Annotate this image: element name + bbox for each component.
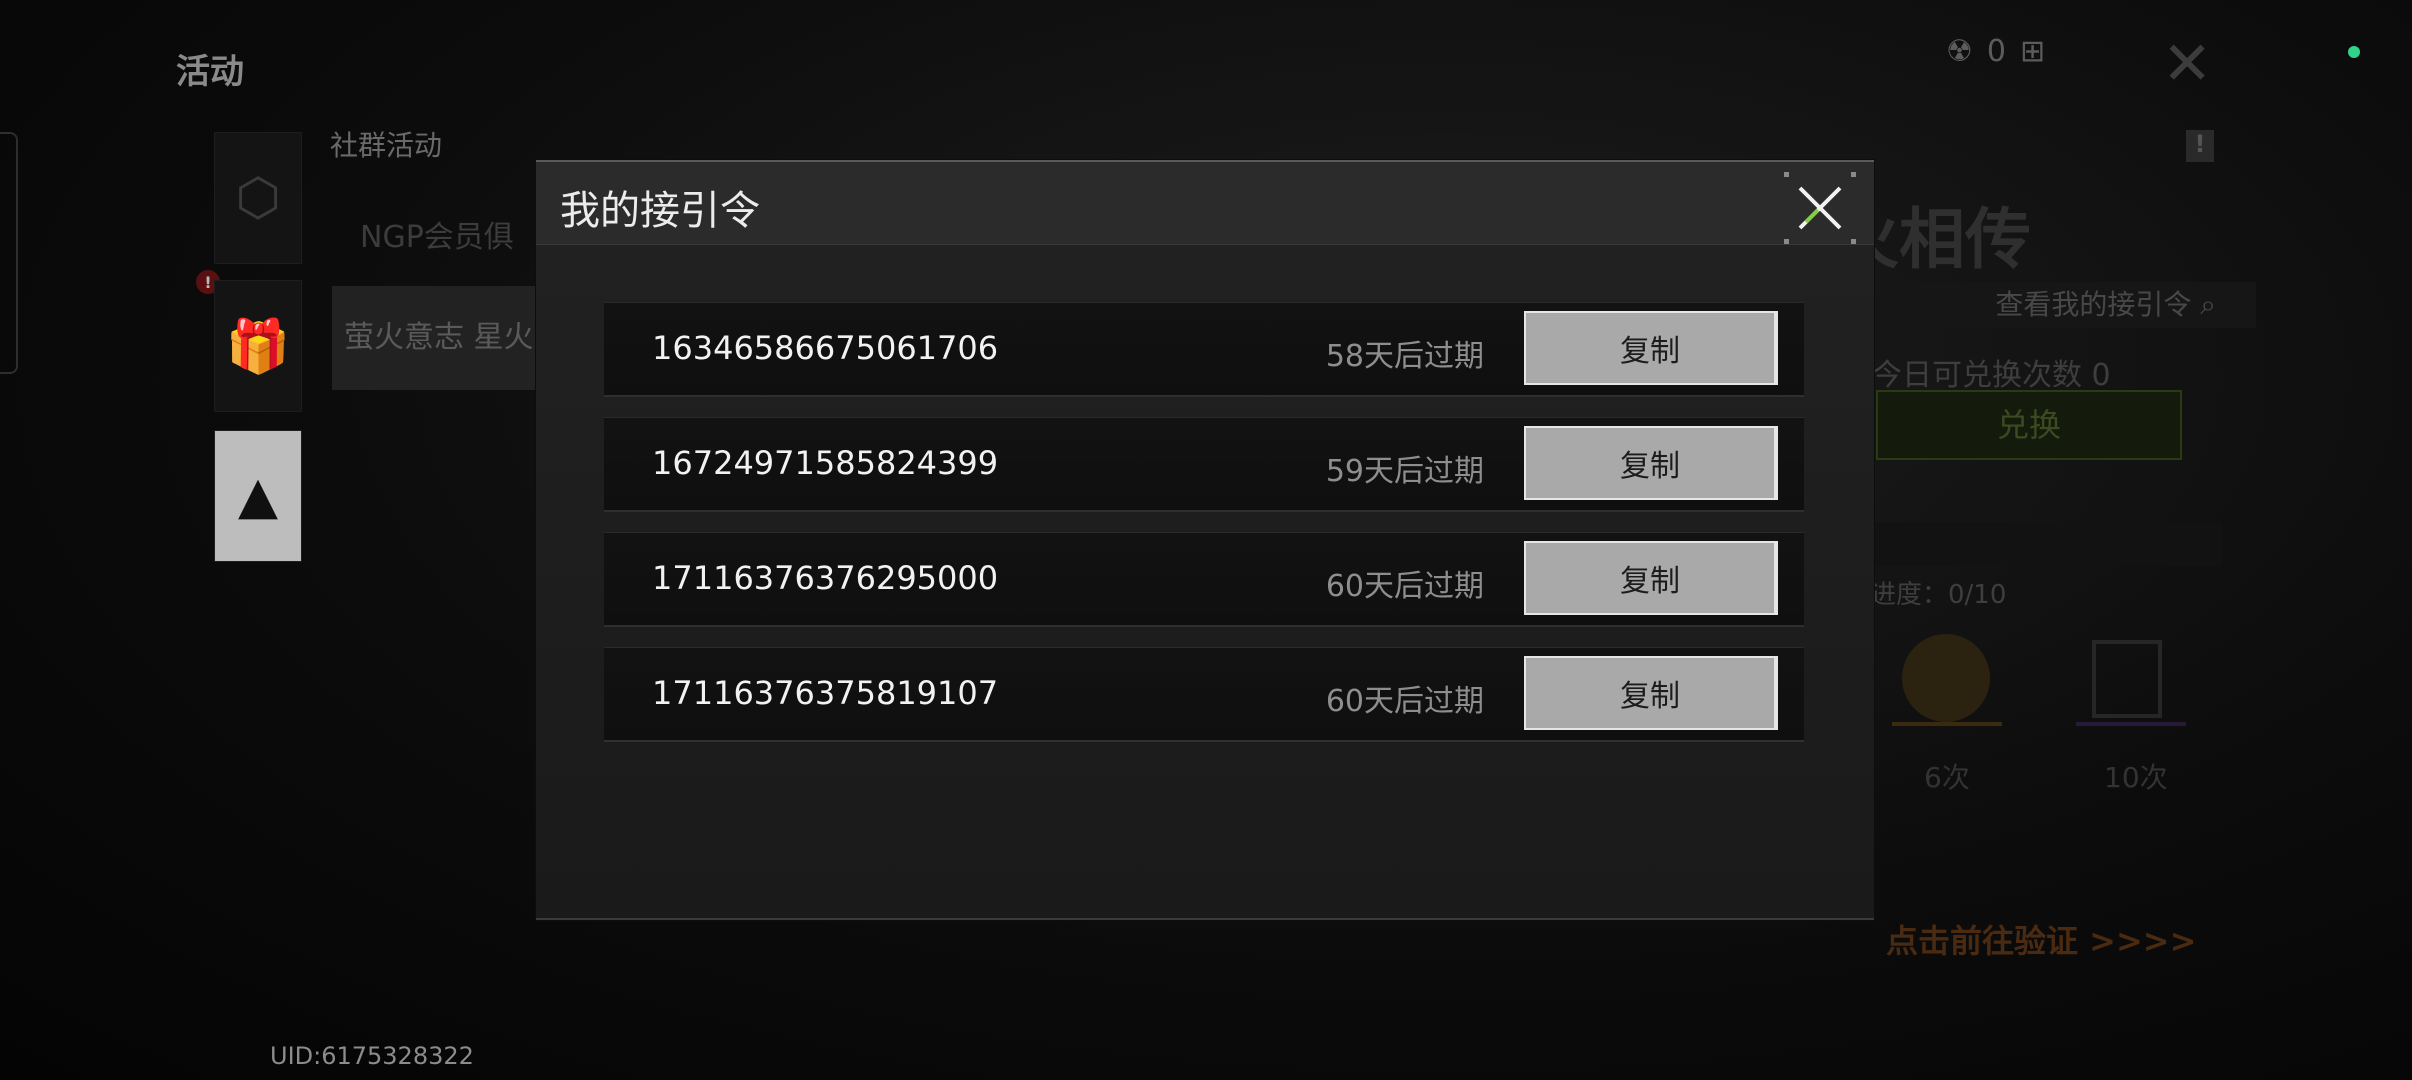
dialog-title: 我的接引令: [560, 188, 760, 234]
dialog-close-button[interactable]: [1784, 172, 1856, 244]
uid-label: UID:6175328322: [270, 1042, 474, 1070]
reward-frame-icon[interactable]: [2092, 640, 2162, 718]
copy-button[interactable]: 复制: [1524, 311, 1778, 385]
today-redeem-count: 0: [2091, 358, 2111, 393]
screen: 活动 ⬡ ! 🎁 ▲ 社群活动 NGP会员俱 萤火意志 星火 ☢ 0 ⊞ ✕ !…: [0, 0, 2412, 1080]
radiation-icon: ☢: [1946, 34, 1973, 69]
check-my-codes-label: 查看我的接引令: [1995, 288, 2192, 321]
code-expiry: 58天后过期: [1325, 339, 1484, 374]
reward-underline: [2076, 722, 2186, 726]
code-list: 16346586675061706 58天后过期 复制 167249715858…: [604, 302, 1804, 762]
code-value: 16346586675061706: [652, 329, 999, 367]
reward-label: 6次: [1924, 761, 1970, 794]
currency-count: 0: [1986, 34, 2006, 69]
currency-display: ☢ 0 ⊞: [1946, 34, 2045, 69]
page-close-icon[interactable]: ✕: [2162, 34, 2212, 94]
progress-text: 进度：0/10: [1870, 580, 2007, 610]
code-row: 17116376376295000 60天后过期 复制: [604, 532, 1804, 627]
today-redeem-label: 今日可兑换次数: [1872, 358, 2082, 393]
code-expiry: 60天后过期: [1325, 684, 1484, 719]
add-currency-icon[interactable]: ⊞: [2020, 34, 2045, 69]
copy-button[interactable]: 复制: [1524, 426, 1778, 500]
section-title: 社群活动: [330, 129, 443, 162]
today-redeem-text: 今日可兑换次数 0: [1872, 350, 2111, 394]
activity-list-item[interactable]: NGP会员俱: [360, 212, 514, 256]
triangle-logo-icon: ▲: [238, 466, 278, 526]
code-row: 16346586675061706 58天后过期 复制: [604, 302, 1804, 397]
reward-label: 10次: [2104, 761, 2168, 794]
verify-link[interactable]: 点击前往验证 >>>>: [1886, 916, 2196, 962]
my-codes-dialog: 我的接引令 16346586675061706 58天后过期 复制 167249…: [536, 160, 1874, 920]
gift-icon: 🎁: [225, 316, 291, 377]
copy-button[interactable]: 复制: [1524, 656, 1778, 730]
close-icon: [1798, 186, 1842, 230]
progress-header-bar: [1872, 522, 2222, 566]
dialog-header: 我的接引令: [536, 162, 1874, 245]
redeem-button[interactable]: 兑换: [1876, 390, 2182, 460]
reward-underline: [1892, 722, 2002, 726]
sidebar-item-community[interactable]: ⬡: [214, 132, 302, 264]
code-expiry: 59天后过期: [1325, 454, 1484, 489]
check-my-codes-button[interactable]: 查看我的接引令 ⌕: [1876, 282, 2256, 328]
sidebar-item-gift[interactable]: 🎁: [214, 280, 302, 412]
code-value: 17116376375819107: [652, 674, 999, 712]
info-icon[interactable]: !: [2186, 130, 2214, 162]
shield-icon: ⬡: [235, 168, 281, 228]
reward-coin-icon[interactable]: [1902, 634, 1990, 722]
left-edge-handle: [0, 132, 18, 374]
status-indicator-dot: [2348, 46, 2360, 58]
code-row: 17116376375819107 60天后过期 复制: [604, 647, 1804, 742]
code-value: 16724971585824399: [652, 444, 999, 482]
sidebar-item-triangle[interactable]: ▲: [214, 430, 302, 562]
code-expiry: 60天后过期: [1325, 569, 1484, 604]
code-value: 17116376376295000: [652, 559, 999, 597]
code-row: 16724971585824399 59天后过期 复制: [604, 417, 1804, 512]
page-title: 活动: [176, 52, 244, 92]
copy-button[interactable]: 复制: [1524, 541, 1778, 615]
